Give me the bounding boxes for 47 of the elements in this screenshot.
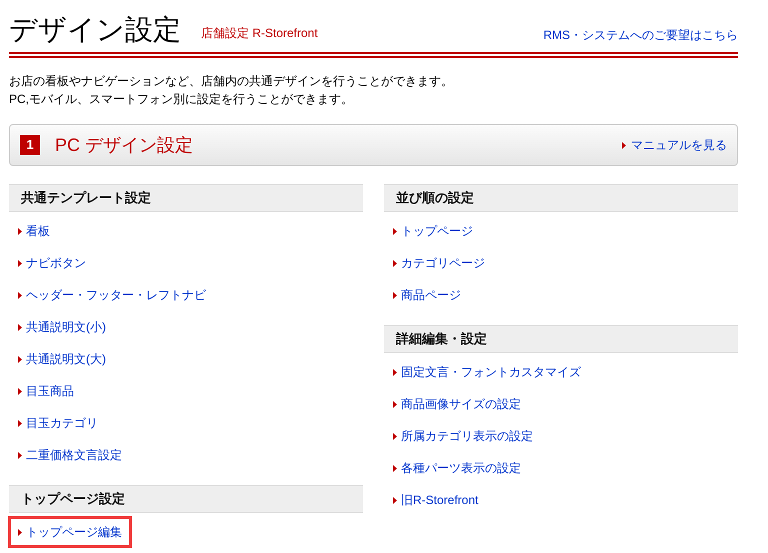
triangle-icon [18, 528, 22, 536]
nav-link[interactable]: 共通説明文(小) [8, 311, 116, 343]
triangle-icon [622, 142, 626, 148]
intro-text: お店の看板やナビゲーションなど、店舗内の共通デザインを行うことができます。 [9, 73, 454, 90]
nav-link[interactable]: トップページ [383, 215, 483, 247]
nav-link[interactable]: 二重価格文言設定 [8, 439, 132, 471]
triangle-icon [393, 496, 397, 504]
nav-link[interactable]: 目玉商品 [8, 375, 84, 407]
nav-link[interactable]: 商品ページ [383, 279, 471, 311]
nav-link[interactable]: 目玉カテゴリ [8, 407, 108, 439]
nav-link[interactable]: トップページ編集 [8, 516, 132, 548]
nav-link[interactable]: 固定文言・フォントカスタマイズ [383, 356, 591, 388]
page-title: デザイン設定 [9, 16, 181, 44]
triangle-icon [18, 324, 22, 330]
triangle-icon [393, 292, 397, 298]
intro-text: PC,モバイル、スマートフォン別に設定を行うことができます。 [9, 91, 354, 108]
section-number: 1 [20, 135, 40, 155]
triangle-icon [18, 292, 22, 298]
triangle-icon [18, 356, 22, 362]
triangle-icon [18, 420, 22, 426]
page-subtitle: 店舗設定 R-Storefront [201, 25, 318, 42]
nav-link[interactable]: 各種パーツ表示の設定 [383, 452, 531, 484]
nav-link[interactable]: 旧R-Storefront [383, 484, 488, 516]
feedback-link[interactable]: RMS・システムへのご要望はこちら [543, 26, 738, 44]
triangle-icon [18, 260, 22, 266]
nav-link[interactable]: カテゴリページ [383, 247, 495, 279]
nav-link[interactable]: 所属カテゴリ表示の設定 [383, 420, 543, 452]
triangle-icon [393, 260, 397, 266]
triangle-icon [18, 228, 22, 234]
section-heading: 並び順の設定 [384, 184, 738, 212]
nav-link[interactable]: ナビボタン [8, 247, 96, 279]
triangle-icon [18, 452, 22, 458]
triangle-icon [18, 388, 22, 394]
triangle-icon [393, 400, 397, 408]
section-heading: 詳細編集・設定 [384, 325, 738, 353]
triangle-icon [393, 464, 397, 472]
nav-link[interactable]: ヘッダー・フッター・レフトナビ [8, 279, 216, 311]
nav-link[interactable]: 商品画像サイズの設定 [383, 388, 531, 420]
manual-link[interactable]: マニュアルを見る [622, 136, 727, 154]
section-heading: 共通テンプレート設定 [9, 184, 363, 212]
triangle-icon [393, 228, 397, 234]
nav-link[interactable]: 看板 [8, 215, 60, 247]
nav-link[interactable]: 共通説明文(大) [8, 343, 116, 375]
triangle-icon [393, 432, 397, 440]
section-heading: トップページ設定 [9, 485, 363, 513]
section-title: PC デザイン設定 [55, 134, 194, 156]
triangle-icon [393, 368, 397, 376]
